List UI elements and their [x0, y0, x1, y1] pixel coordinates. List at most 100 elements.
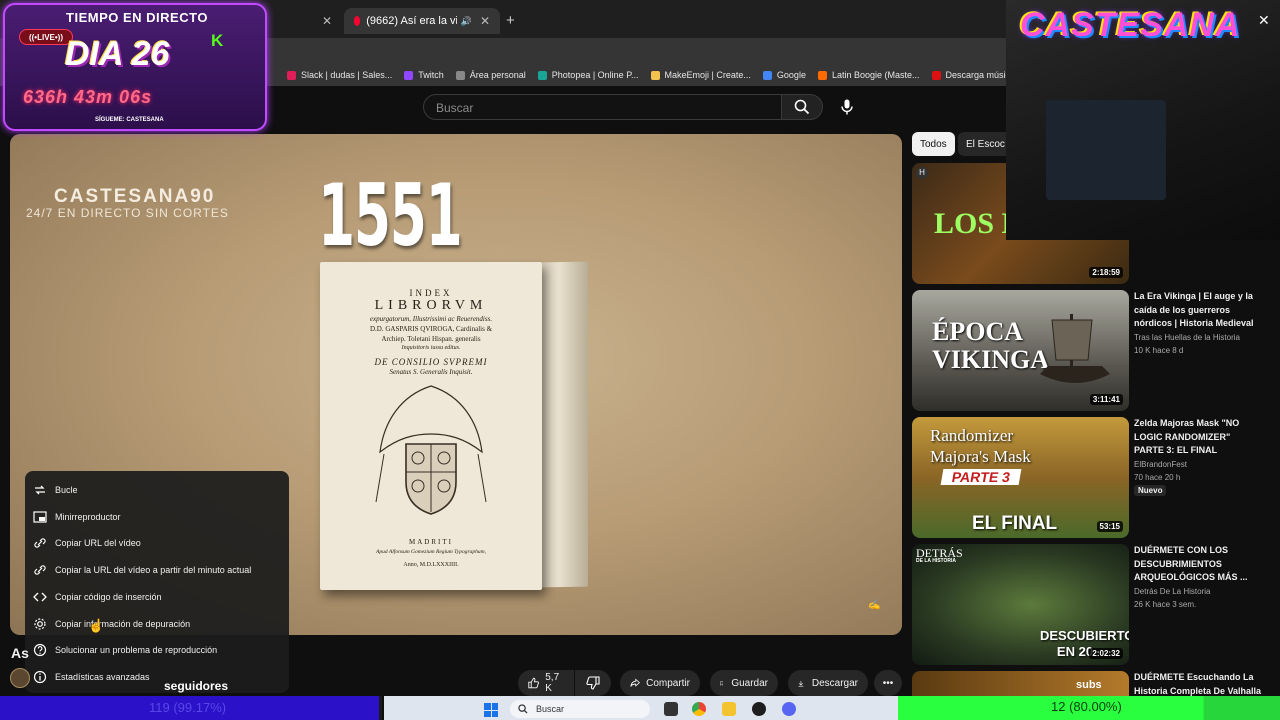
youtube-favicon-icon — [354, 16, 361, 26]
day-counter: DIA 26 — [65, 35, 170, 73]
like-count: 5,7 K — [545, 672, 560, 694]
tab-label: (9662) Así era la vida REALM — [366, 15, 456, 27]
context-menu-item[interactable]: Solucionar un problema de reproducción — [25, 637, 289, 663]
related-video-title[interactable]: Zelda Majoras Mask "NO LOGIC RANDOMIZER"… — [1134, 417, 1262, 458]
video-duration: 2:02:32 — [1089, 648, 1123, 659]
live-timer-overlay: TIEMPO EN DIRECTO ((•LIVE•)) DIA 26 K 63… — [3, 3, 267, 131]
related-thumbnail[interactable]: subs — [912, 671, 1129, 696]
download-label: Descargar — [811, 677, 858, 689]
kick-logo-icon: K — [211, 31, 224, 50]
bookmark-item[interactable]: Photopea | Online P... — [537, 70, 639, 80]
save-button[interactable]: Guardar — [710, 670, 778, 696]
context-menu-label: Minirreproductor — [55, 511, 121, 522]
dislike-button[interactable] — [575, 670, 611, 696]
search-input[interactable]: Buscar — [423, 94, 782, 120]
search-button[interactable] — [781, 94, 823, 120]
app-icon[interactable] — [752, 702, 766, 716]
chip-all[interactable]: Todos — [912, 132, 955, 156]
bookmark-favicon-icon — [650, 70, 660, 80]
related-video-meta: 26 K hace 3 sem. — [1134, 600, 1197, 609]
context-menu-item[interactable]: Copiar código de inserción — [25, 584, 289, 610]
like-button[interactable]: 5,7 K — [518, 670, 574, 696]
link-icon — [33, 563, 47, 577]
share-label: Compartir — [646, 677, 690, 689]
browser-tab[interactable]: ✕ — [268, 8, 342, 34]
related-video-channel[interactable]: ElBrandonFest — [1134, 458, 1262, 471]
context-menu-item[interactable]: Estadísticas avanzadas — [25, 664, 289, 690]
context-menu-label: Copiar URL del vídeo — [55, 538, 141, 549]
goal-text: 12 (80.00%) — [1051, 699, 1122, 714]
close-icon[interactable]: ✕ — [480, 14, 490, 28]
thumbs-down-icon — [586, 676, 600, 690]
thumbnail-badge-text: PARTE 3 — [940, 469, 1022, 485]
context-menu-label: Solucionar un problema de reproducción — [55, 645, 218, 656]
bookmark-item[interactable]: MakeEmoji | Create... — [650, 70, 751, 80]
book-text: DE CONSILIO SVPREMI — [374, 357, 488, 367]
bookmark-item[interactable]: Twitch — [404, 70, 444, 80]
chip-el-escoc[interactable]: El Escoc — [958, 132, 1006, 156]
context-menu-item[interactable]: Minirreproductor — [25, 504, 289, 530]
thumbnail-text: DE LA HISTORIA — [916, 558, 957, 564]
related-video-meta: 70 hace 20 h — [1134, 473, 1181, 482]
bookmark-favicon-icon — [931, 70, 941, 80]
search-icon — [794, 99, 810, 115]
more-actions-button[interactable]: ••• — [874, 670, 902, 696]
book-text: Apud Alfonsum Gomezium Regium Typographu… — [376, 549, 486, 555]
bookmark-item[interactable]: Latin Boogie (Maste... — [817, 70, 920, 80]
speaker-icon[interactable]: 🔊 — [461, 16, 472, 27]
context-menu-item[interactable]: Bucle — [25, 477, 289, 503]
context-menu-item[interactable]: Copiar URL del vídeo — [25, 530, 289, 556]
context-menu-item[interactable]: Copiar información de depuración — [25, 611, 289, 637]
bookmark-label: MakeEmoji | Create... — [664, 70, 751, 80]
download-button[interactable]: Descargar — [788, 670, 868, 696]
goal-text: 119 (99.17%) — [149, 700, 227, 715]
loop-icon — [33, 483, 47, 497]
book-text: Archiep. Toletani Hispan. generalis — [381, 335, 481, 343]
coat-of-arms-icon — [375, 385, 487, 515]
related-video-channel[interactable]: Detrás De La Historia — [1134, 585, 1262, 598]
gear-icon — [33, 617, 47, 631]
close-icon[interactable]: ✕ — [1258, 12, 1270, 29]
browser-tab-active[interactable]: (9662) Así era la vida REALM 🔊 ✕ — [344, 8, 500, 34]
voice-search-button[interactable] — [836, 96, 858, 118]
bookmark-item[interactable]: Slack | dudas | Sales... — [287, 70, 392, 80]
context-menu-item[interactable]: Copiar la URL del vídeo a partir del min… — [25, 557, 289, 583]
chrome-icon[interactable] — [692, 702, 706, 716]
video-duration: 2:18:59 — [1089, 267, 1123, 278]
windows-start-icon[interactable] — [484, 703, 498, 717]
thumbnail-text: ÉPOCA VIKINGA — [932, 317, 1050, 374]
bookmark-label: Photopea | Online P... — [551, 70, 639, 80]
close-icon[interactable]: ✕ — [322, 14, 332, 28]
book-text: INDEX — [409, 288, 453, 298]
book-pages — [540, 261, 588, 588]
bookmark-favicon-icon — [287, 70, 296, 80]
context-menu-label: Copiar código de inserción — [55, 591, 162, 602]
sub-goal-bar: 12 (80.00%) — [898, 696, 1280, 720]
related-thumbnail[interactable]: Randomizer Majora's Mask PARTE 3 EL FINA… — [912, 417, 1129, 538]
thumbnail-text: subs — [1076, 679, 1102, 691]
bookmark-label: Twitch — [418, 70, 444, 80]
discord-icon[interactable] — [782, 702, 796, 716]
related-thumbnail[interactable]: ÉPOCA VIKINGA 3:11:41 — [912, 290, 1129, 411]
thumbnail-text: EL FINAL — [972, 513, 1058, 534]
bookmark-item[interactable]: Área personal — [455, 70, 526, 80]
related-video-title[interactable]: DUÉRMETE Escuchando La Historia Completa… — [1134, 671, 1262, 698]
bookmark-favicon-icon — [762, 70, 772, 80]
channel-avatar[interactable] — [10, 668, 30, 688]
related-video-channel[interactable]: Tras las Huellas de la Historia — [1134, 331, 1262, 344]
thumbnail-text: Randomizer Majora's Mask — [930, 426, 1031, 466]
related-video-title[interactable]: La Era Vikinga | El auge y la caída de l… — [1134, 290, 1262, 331]
bookmark-item[interactable]: Google — [762, 70, 806, 80]
related-video-title[interactable]: DUÉRMETE CON LOS DESCUBRIMIENTOS ARQUEOL… — [1134, 544, 1262, 585]
related-thumbnail[interactable]: DETRÁS DE LA HISTORIA DESCUBIERTO EN 20 … — [912, 544, 1129, 665]
share-icon — [630, 678, 640, 687]
link-icon — [33, 536, 47, 550]
file-explorer-icon[interactable] — [722, 702, 736, 716]
book-text: Senatus S. Generalis Inquisit. — [389, 368, 473, 376]
overlay-channel-name: CASTESANA90 — [54, 186, 216, 207]
overlay-channel-tagline: 24/7 EN DIRECTO SIN CORTES — [26, 206, 229, 220]
new-tab-icon[interactable]: + — [506, 12, 515, 29]
share-button[interactable]: Compartir — [620, 670, 700, 696]
taskbar-search[interactable]: Buscar — [510, 700, 650, 718]
task-view-icon[interactable] — [664, 702, 678, 716]
